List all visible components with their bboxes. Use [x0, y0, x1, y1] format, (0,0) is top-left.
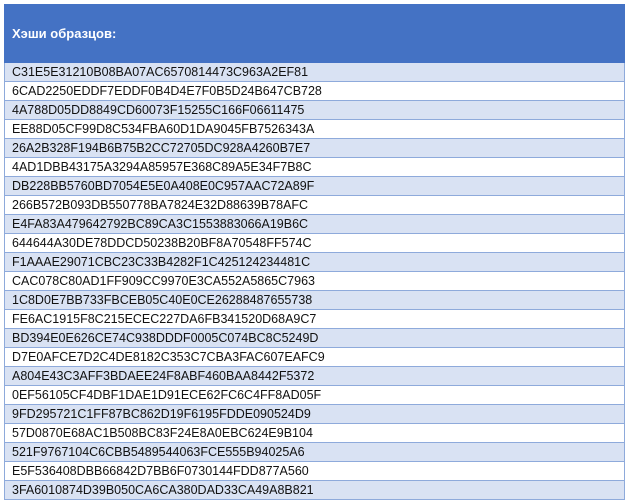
table-row: 3FA6010874D39B050CA6CA380DAD33CA49A8B821 — [4, 480, 625, 500]
hash-cell: 6CAD2250EDDF7EDDF0B4D4E7F0B5D24B647CB728 — [4, 81, 625, 101]
table-row: E5F536408DBB66842D7BB6F0730144FDD877A560 — [4, 461, 625, 481]
table-header: Хэши образцов: — [4, 4, 625, 63]
table-row: FE6AC1915F8C215ECEC227DA6FB341520D68A9C7 — [4, 309, 625, 329]
hashes-table-container: Хэши образцов: C31E5E31210B08BA07AC65708… — [4, 4, 625, 500]
table-row: 4A788D05DD8849CD60073F15255C166F06611475 — [4, 100, 625, 120]
hash-cell: F1AAAE29071CBC23C33B4282F1C425124234481C — [4, 252, 625, 272]
hash-cell: D7E0AFCE7D2C4DE8182C353C7CBA3FAC607EAFC9 — [4, 347, 625, 367]
table-row: 57D0870E68AC1B508BC83F24E8A0EBC624E9B104 — [4, 423, 625, 443]
hash-cell: 4AD1DBB43175A3294A85957E368C89A5E34F7B8C — [4, 157, 625, 177]
table-row: F1AAAE29071CBC23C33B4282F1C425124234481C — [4, 252, 625, 272]
table-body: C31E5E31210B08BA07AC6570814473C963A2EF81… — [4, 62, 625, 500]
hash-cell: BD394E0E626CE74C938DDDF0005C074BC8C5249D — [4, 328, 625, 348]
hash-cell: 521F9767104C6CBB5489544063FCE555B94025A6 — [4, 442, 625, 462]
table-row: BD394E0E626CE74C938DDDF0005C074BC8C5249D — [4, 328, 625, 348]
table-row: C31E5E31210B08BA07AC6570814473C963A2EF81 — [4, 62, 625, 82]
hashes-table: Хэши образцов: C31E5E31210B08BA07AC65708… — [4, 4, 625, 500]
table-row: A804E43C3AFF3BDAEE24F8ABF460BAA8442F5372 — [4, 366, 625, 386]
hash-cell: 4A788D05DD8849CD60073F15255C166F06611475 — [4, 100, 625, 120]
table-row: 266B572B093DB550778BA7824E32D88639B78AFC — [4, 195, 625, 215]
table-row: 6CAD2250EDDF7EDDF0B4D4E7F0B5D24B647CB728 — [4, 81, 625, 101]
hash-cell: 3FA6010874D39B050CA6CA380DAD33CA49A8B821 — [4, 480, 625, 500]
table-row: D7E0AFCE7D2C4DE8182C353C7CBA3FAC607EAFC9 — [4, 347, 625, 367]
hash-cell: 57D0870E68AC1B508BC83F24E8A0EBC624E9B104 — [4, 423, 625, 443]
hash-cell: 266B572B093DB550778BA7824E32D88639B78AFC — [4, 195, 625, 215]
hash-cell: 26A2B328F194B6B75B2CC72705DC928A4260B7E7 — [4, 138, 625, 158]
table-row: DB228BB5760BD7054E5E0A408E0C957AAC72A89F — [4, 176, 625, 196]
hash-cell: 0EF56105CF4DBF1DAE1D91ECE62FC6C4FF8AD05F — [4, 385, 625, 405]
hash-cell: A804E43C3AFF3BDAEE24F8ABF460BAA8442F5372 — [4, 366, 625, 386]
hash-cell: 644644A30DE78DDCD50238B20BF8A70548FF574C — [4, 233, 625, 253]
table-row: 9FD295721C1FF87BC862D19F6195FDDE090524D9 — [4, 404, 625, 424]
hash-cell: 9FD295721C1FF87BC862D19F6195FDDE090524D9 — [4, 404, 625, 424]
hash-cell: FE6AC1915F8C215ECEC227DA6FB341520D68A9C7 — [4, 309, 625, 329]
table-row: 26A2B328F194B6B75B2CC72705DC928A4260B7E7 — [4, 138, 625, 158]
table-row: 4AD1DBB43175A3294A85957E368C89A5E34F7B8C — [4, 157, 625, 177]
table-row: 521F9767104C6CBB5489544063FCE555B94025A6 — [4, 442, 625, 462]
hash-cell: 1C8D0E7BB733FBCEB05C40E0CE26288487655738 — [4, 290, 625, 310]
table-row: 1C8D0E7BB733FBCEB05C40E0CE26288487655738 — [4, 290, 625, 310]
table-row: 644644A30DE78DDCD50238B20BF8A70548FF574C — [4, 233, 625, 253]
hash-cell: CAC078C80AD1FF909CC9970E3CA552A5865C7963 — [4, 271, 625, 291]
hash-cell: E4FA83A479642792BC89CA3C1553883066A19B6C — [4, 214, 625, 234]
table-row: 0EF56105CF4DBF1DAE1D91ECE62FC6C4FF8AD05F — [4, 385, 625, 405]
table-row: EE88D05CF99D8C534FBA60D1DA9045FB7526343A — [4, 119, 625, 139]
hash-cell: E5F536408DBB66842D7BB6F0730144FDD877A560 — [4, 461, 625, 481]
table-header-row: Хэши образцов: — [4, 4, 625, 63]
hash-cell: DB228BB5760BD7054E5E0A408E0C957AAC72A89F — [4, 176, 625, 196]
table-row: CAC078C80AD1FF909CC9970E3CA552A5865C7963 — [4, 271, 625, 291]
table-row: E4FA83A479642792BC89CA3C1553883066A19B6C — [4, 214, 625, 234]
hash-cell: EE88D05CF99D8C534FBA60D1DA9045FB7526343A — [4, 119, 625, 139]
hash-cell: C31E5E31210B08BA07AC6570814473C963A2EF81 — [4, 62, 625, 82]
